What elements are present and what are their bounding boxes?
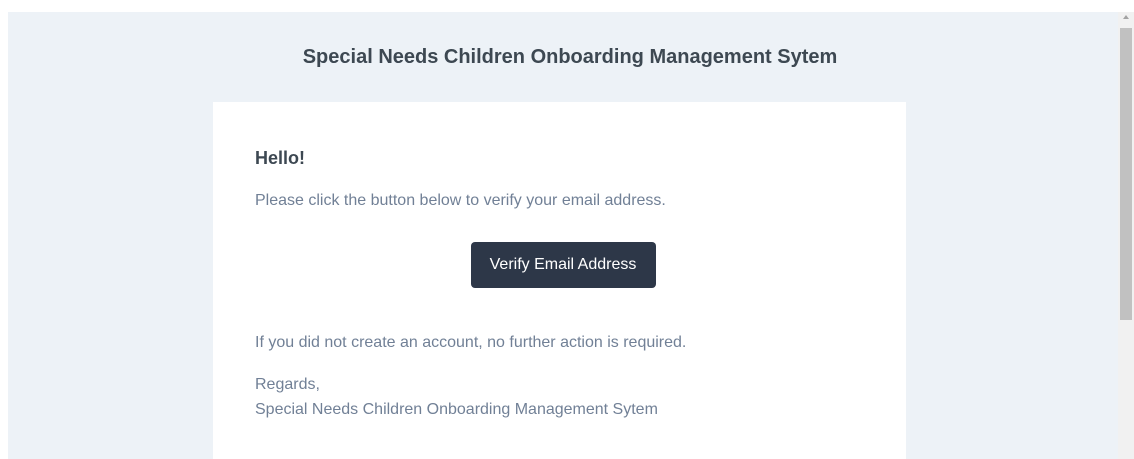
intro-text: Please click the button below to verify … [255,192,666,209]
scroll-up-arrow-icon[interactable] [1123,15,1129,19]
button-container: Verify Email Address [255,242,864,288]
email-preview-frame: Special Needs Children Onboarding Manage… [8,12,1118,459]
scrollbar-thumb[interactable] [1120,28,1132,320]
email-body-card: Hello! Please click the button below to … [213,102,906,459]
vertical-scrollbar[interactable] [1118,12,1134,459]
signature-text: Special Needs Children Onboarding Manage… [255,401,658,418]
salutation-text: Regards, [255,376,320,393]
greeting-heading: Hello! [255,148,306,168]
email-header: Special Needs Children Onboarding Manage… [8,12,1118,102]
outro-text: If you did not create an account, no fur… [255,334,687,351]
app-name-link[interactable]: Special Needs Children Onboarding Manage… [303,46,838,69]
verify-email-button[interactable]: Verify Email Address [470,242,657,288]
